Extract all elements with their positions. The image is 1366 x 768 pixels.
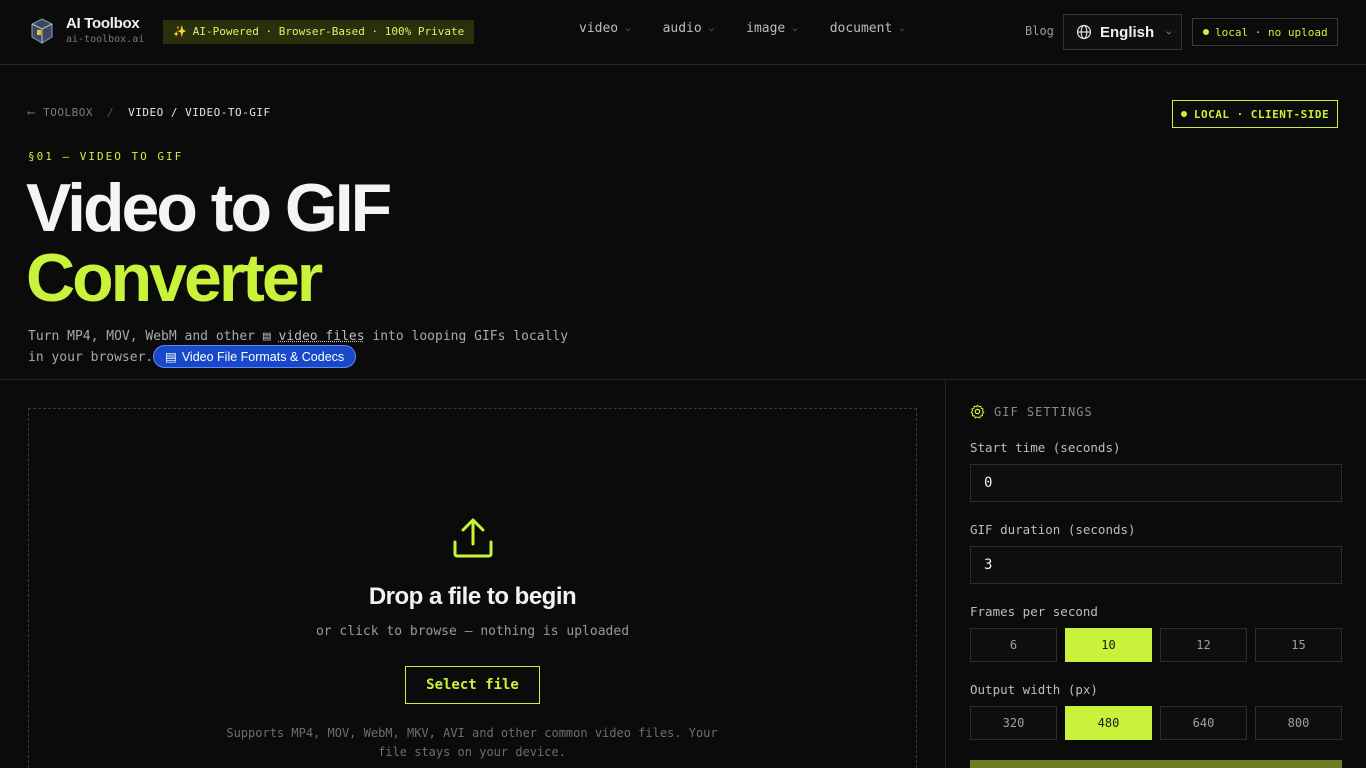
fps-label: Frames per second	[970, 604, 1098, 619]
formats-chip-label: Video File Formats & Codecs	[182, 350, 344, 364]
chevron-down-icon: ⌵	[625, 24, 630, 34]
start-time-label: Start time (seconds)	[970, 440, 1121, 455]
nav-label: video	[579, 21, 618, 36]
start-time-input[interactable]	[970, 464, 1342, 502]
gear-icon	[970, 404, 985, 419]
client-side-badge-text: LOCAL · CLIENT-SIDE	[1194, 108, 1329, 121]
width-option-selected[interactable]: 480	[1065, 706, 1152, 740]
chevron-down-icon: ⌵	[709, 24, 714, 34]
desc-text: Turn MP4, MOV, WebM and other	[28, 329, 263, 344]
blog-link[interactable]: Blog	[1025, 24, 1054, 38]
nav-item-image[interactable]: image ⌵	[746, 21, 798, 36]
nav-item-audio[interactable]: audio ⌵	[663, 21, 715, 36]
status-dot-icon	[1203, 29, 1209, 35]
width-option[interactable]: 320	[970, 706, 1057, 740]
brand-name[interactable]: AI Toolbox	[66, 15, 139, 32]
width-option[interactable]: 800	[1255, 706, 1342, 740]
settings-heading: GIF SETTINGS	[970, 404, 1093, 419]
file-icon: ▤	[263, 329, 279, 344]
dropzone-subtitle: or click to browse — nothing is uploaded	[28, 624, 917, 639]
promo-badge: ✨ AI-Powered · Browser-Based · 100% Priva…	[163, 20, 474, 44]
duration-label: GIF duration (seconds)	[970, 522, 1136, 537]
privacy-badge: local · no upload	[1192, 18, 1338, 46]
promo-text: AI-Powered · Browser-Based · 100% Privat…	[193, 25, 465, 38]
output-width-label: Output width (px)	[970, 682, 1098, 697]
nav-item-document[interactable]: document ⌵	[830, 21, 905, 36]
section-divider	[0, 379, 1366, 380]
width-option[interactable]: 640	[1160, 706, 1247, 740]
upload-icon	[451, 516, 495, 560]
status-dot-icon	[1181, 111, 1187, 117]
section-label: §01 — VIDEO TO GIF	[28, 150, 183, 163]
nav-label: document	[830, 21, 893, 36]
page-title-accent: Converter	[26, 238, 320, 318]
fps-option[interactable]: 12	[1160, 628, 1247, 662]
main-nav: video ⌵ audio ⌵ image ⌵ document ⌵	[579, 21, 905, 36]
formats-codecs-chip[interactable]: ▤ Video File Formats & Codecs	[153, 345, 356, 368]
panel-divider	[945, 380, 946, 768]
width-options: 320 480 640 800	[970, 706, 1342, 740]
language-select[interactable]: English ⌵	[1063, 14, 1182, 50]
nav-item-video[interactable]: video ⌵	[579, 21, 631, 36]
convert-button[interactable]	[970, 760, 1342, 768]
duration-input[interactable]	[970, 546, 1342, 584]
fps-options: 6 10 12 15	[970, 628, 1342, 662]
brand-domain: ai-toolbox.ai	[66, 34, 144, 45]
breadcrumb-back[interactable]: TOOLBOX	[43, 106, 93, 119]
breadcrumb-current: VIDEO / VIDEO-TO-GIF	[128, 106, 270, 119]
select-file-button[interactable]: Select file	[405, 666, 540, 704]
nav-label: image	[746, 21, 785, 36]
chevron-down-icon: ⌵	[899, 24, 904, 34]
fps-option-selected[interactable]: 10	[1065, 628, 1152, 662]
privacy-badge-text: local · no upload	[1215, 26, 1328, 39]
settings-heading-text: GIF SETTINGS	[994, 405, 1093, 419]
arrow-left-icon[interactable]: ⟵	[28, 106, 35, 119]
chevron-down-icon: ⌵	[1166, 27, 1171, 37]
page-title: Video to GIF	[26, 168, 389, 248]
client-side-badge: LOCAL · CLIENT-SIDE	[1172, 100, 1338, 128]
fps-option[interactable]: 15	[1255, 628, 1342, 662]
globe-icon	[1076, 24, 1092, 40]
breadcrumb: ⟵ TOOLBOX / VIDEO / VIDEO-TO-GIF	[28, 106, 271, 119]
document-icon: ▤	[165, 349, 177, 364]
breadcrumb-separator: /	[107, 106, 114, 119]
video-files-link[interactable]: video files	[278, 329, 364, 344]
top-header: AI Toolbox ai-toolbox.ai ✨ AI-Powered · B…	[0, 0, 1366, 65]
nav-label: audio	[663, 21, 702, 36]
supported-formats-note: Supports MP4, MOV, WebM, MKV, AVI and ot…	[222, 724, 722, 762]
language-label: English	[1100, 24, 1154, 41]
dropzone-title: Drop a file to begin	[28, 583, 917, 611]
fps-option[interactable]: 6	[970, 628, 1057, 662]
sparkle-icon: ✨	[173, 25, 187, 38]
chevron-down-icon: ⌵	[792, 24, 797, 34]
toolbox-logo-icon[interactable]	[30, 17, 54, 45]
